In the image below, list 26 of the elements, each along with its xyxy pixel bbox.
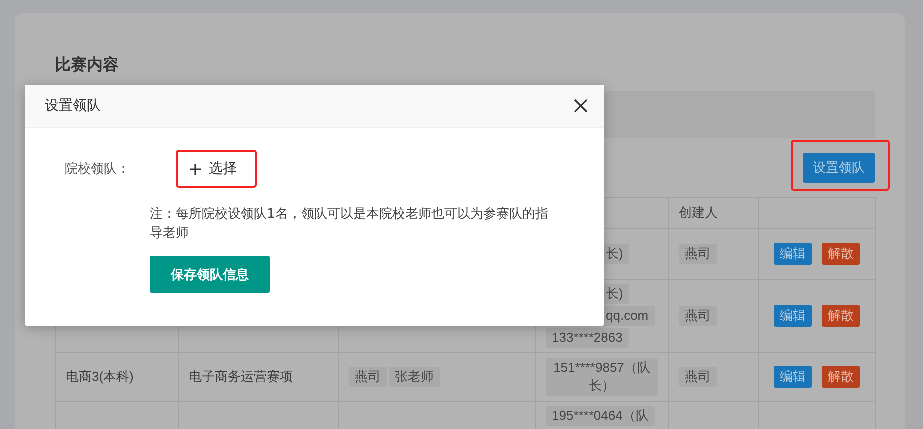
field-label: 院校领队： bbox=[65, 161, 131, 178]
select-button[interactable]: 选择 bbox=[190, 158, 237, 180]
edit-button[interactable]: 编辑 bbox=[774, 366, 812, 388]
column-header: 创建人 bbox=[668, 198, 758, 228]
close-icon[interactable] bbox=[574, 99, 588, 113]
edit-button[interactable]: 编辑 bbox=[774, 243, 812, 265]
tag: 燕司 bbox=[679, 306, 717, 326]
disband-button[interactable]: 解散 bbox=[822, 366, 860, 388]
tag: 燕司 bbox=[349, 367, 387, 387]
table-cell: 电商3(本科) bbox=[56, 352, 178, 402]
tag: 燕司 bbox=[679, 244, 717, 264]
dialog-title: 设置领队 bbox=[45, 97, 101, 115]
disband-button[interactable]: 解散 bbox=[822, 243, 860, 265]
tag: 燕司 bbox=[679, 367, 717, 387]
set-leader-button[interactable]: 设置领队 bbox=[803, 152, 875, 182]
note-text: 注：每所院校设领队1名，领队可以是本院校老师也可以为参赛队的指导老师 bbox=[150, 206, 550, 243]
tag: 195****0464（队 bbox=[546, 406, 655, 426]
tag: 133****2863 bbox=[546, 328, 629, 348]
section-title: 比赛内容 bbox=[55, 54, 120, 76]
plus-icon bbox=[190, 164, 201, 174]
edit-button[interactable]: 编辑 bbox=[774, 305, 812, 327]
tag: 151****9857（队长） bbox=[546, 358, 658, 396]
table-cell: 电子商务运营赛项 bbox=[178, 352, 338, 402]
tag: 张老师 bbox=[389, 367, 440, 387]
save-button[interactable]: 保存领队信息 bbox=[150, 256, 270, 293]
disband-button[interactable]: 解散 bbox=[822, 305, 860, 327]
